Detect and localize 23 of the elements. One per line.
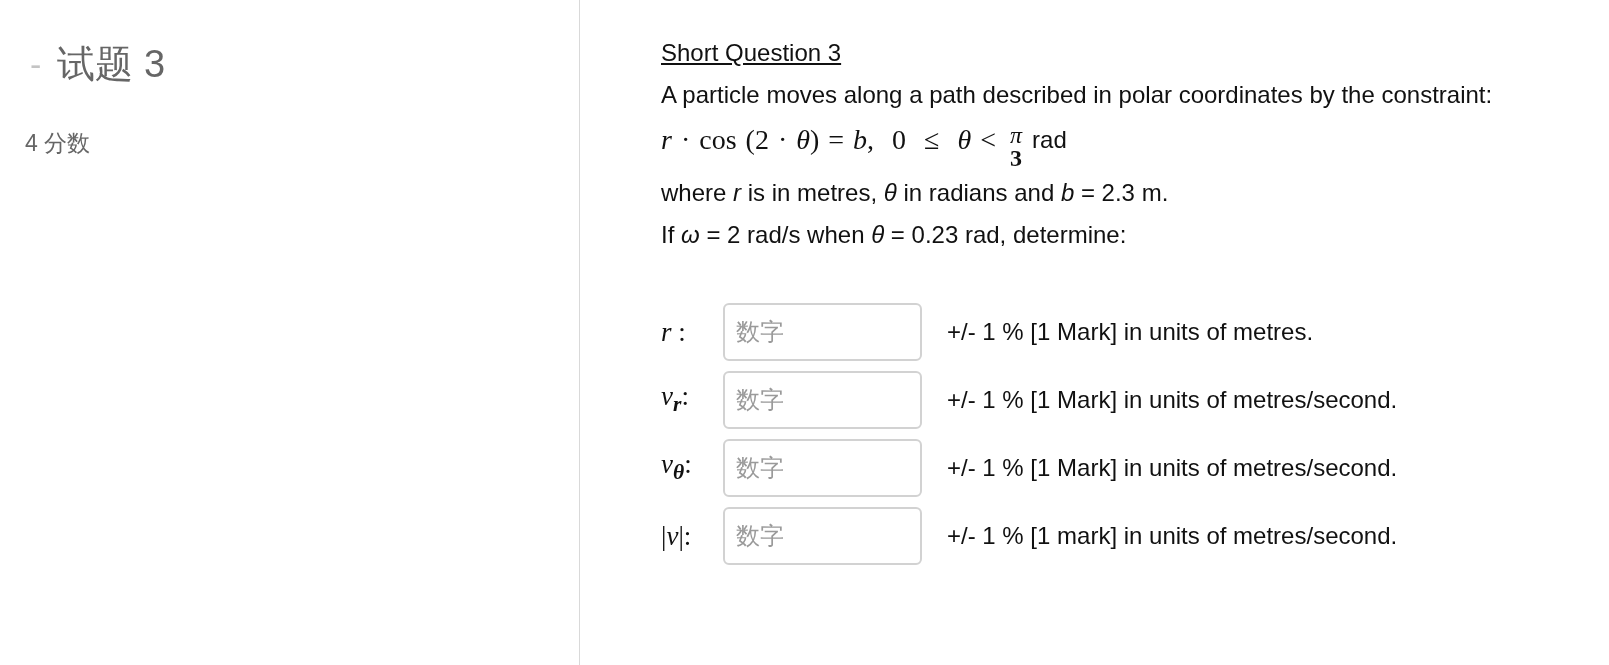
answer-label: r : [661,316,686,348]
tolerance-note: +/- 1 % [1 mark] in units of metres/second. [947,521,1398,551]
question-heading: Short Question 3 [661,38,842,68]
question-title: 试题 3 [57,42,166,87]
collapse-toggle[interactable]: - [30,41,42,87]
answer-label: v$_{θ}$: [661,447,692,487]
answer-label: v$_{r}$: [661,379,689,419]
question-text: A particle moves along a path described in polar coordinates by the constraint: [661,80,1494,110]
number-input[interactable]: 数字 [723,507,922,565]
tolerance-note: +/- 1 % [1 Mark] in units of metres/second. [947,453,1398,483]
answer-label: |v|: [661,520,692,552]
formula-expression: r · cos (2 · θ) = b, 0 ≤ θ < [661,124,997,156]
fraction-numerator: π [1010,124,1023,146]
fraction-denominator: 3 [1010,146,1023,170]
number-input[interactable]: 数字 [723,303,922,361]
number-input[interactable]: 数字 [723,439,922,497]
points-label: 4 分数 [25,129,92,158]
question-text: where r is in metres, θ in radians and b = 2.3 m. [661,178,1170,208]
tolerance-note: +/- 1 % [1 Mark] in units of metres/second. [947,385,1398,415]
number-input[interactable]: 数字 [723,371,922,429]
tolerance-note: +/- 1 % [1 Mark] in units of metres. [947,317,1314,347]
unit-label: rad [1032,125,1067,155]
question-text: If ω = 2 rad/s when θ = 0.23 rad, determine: [661,220,1128,250]
